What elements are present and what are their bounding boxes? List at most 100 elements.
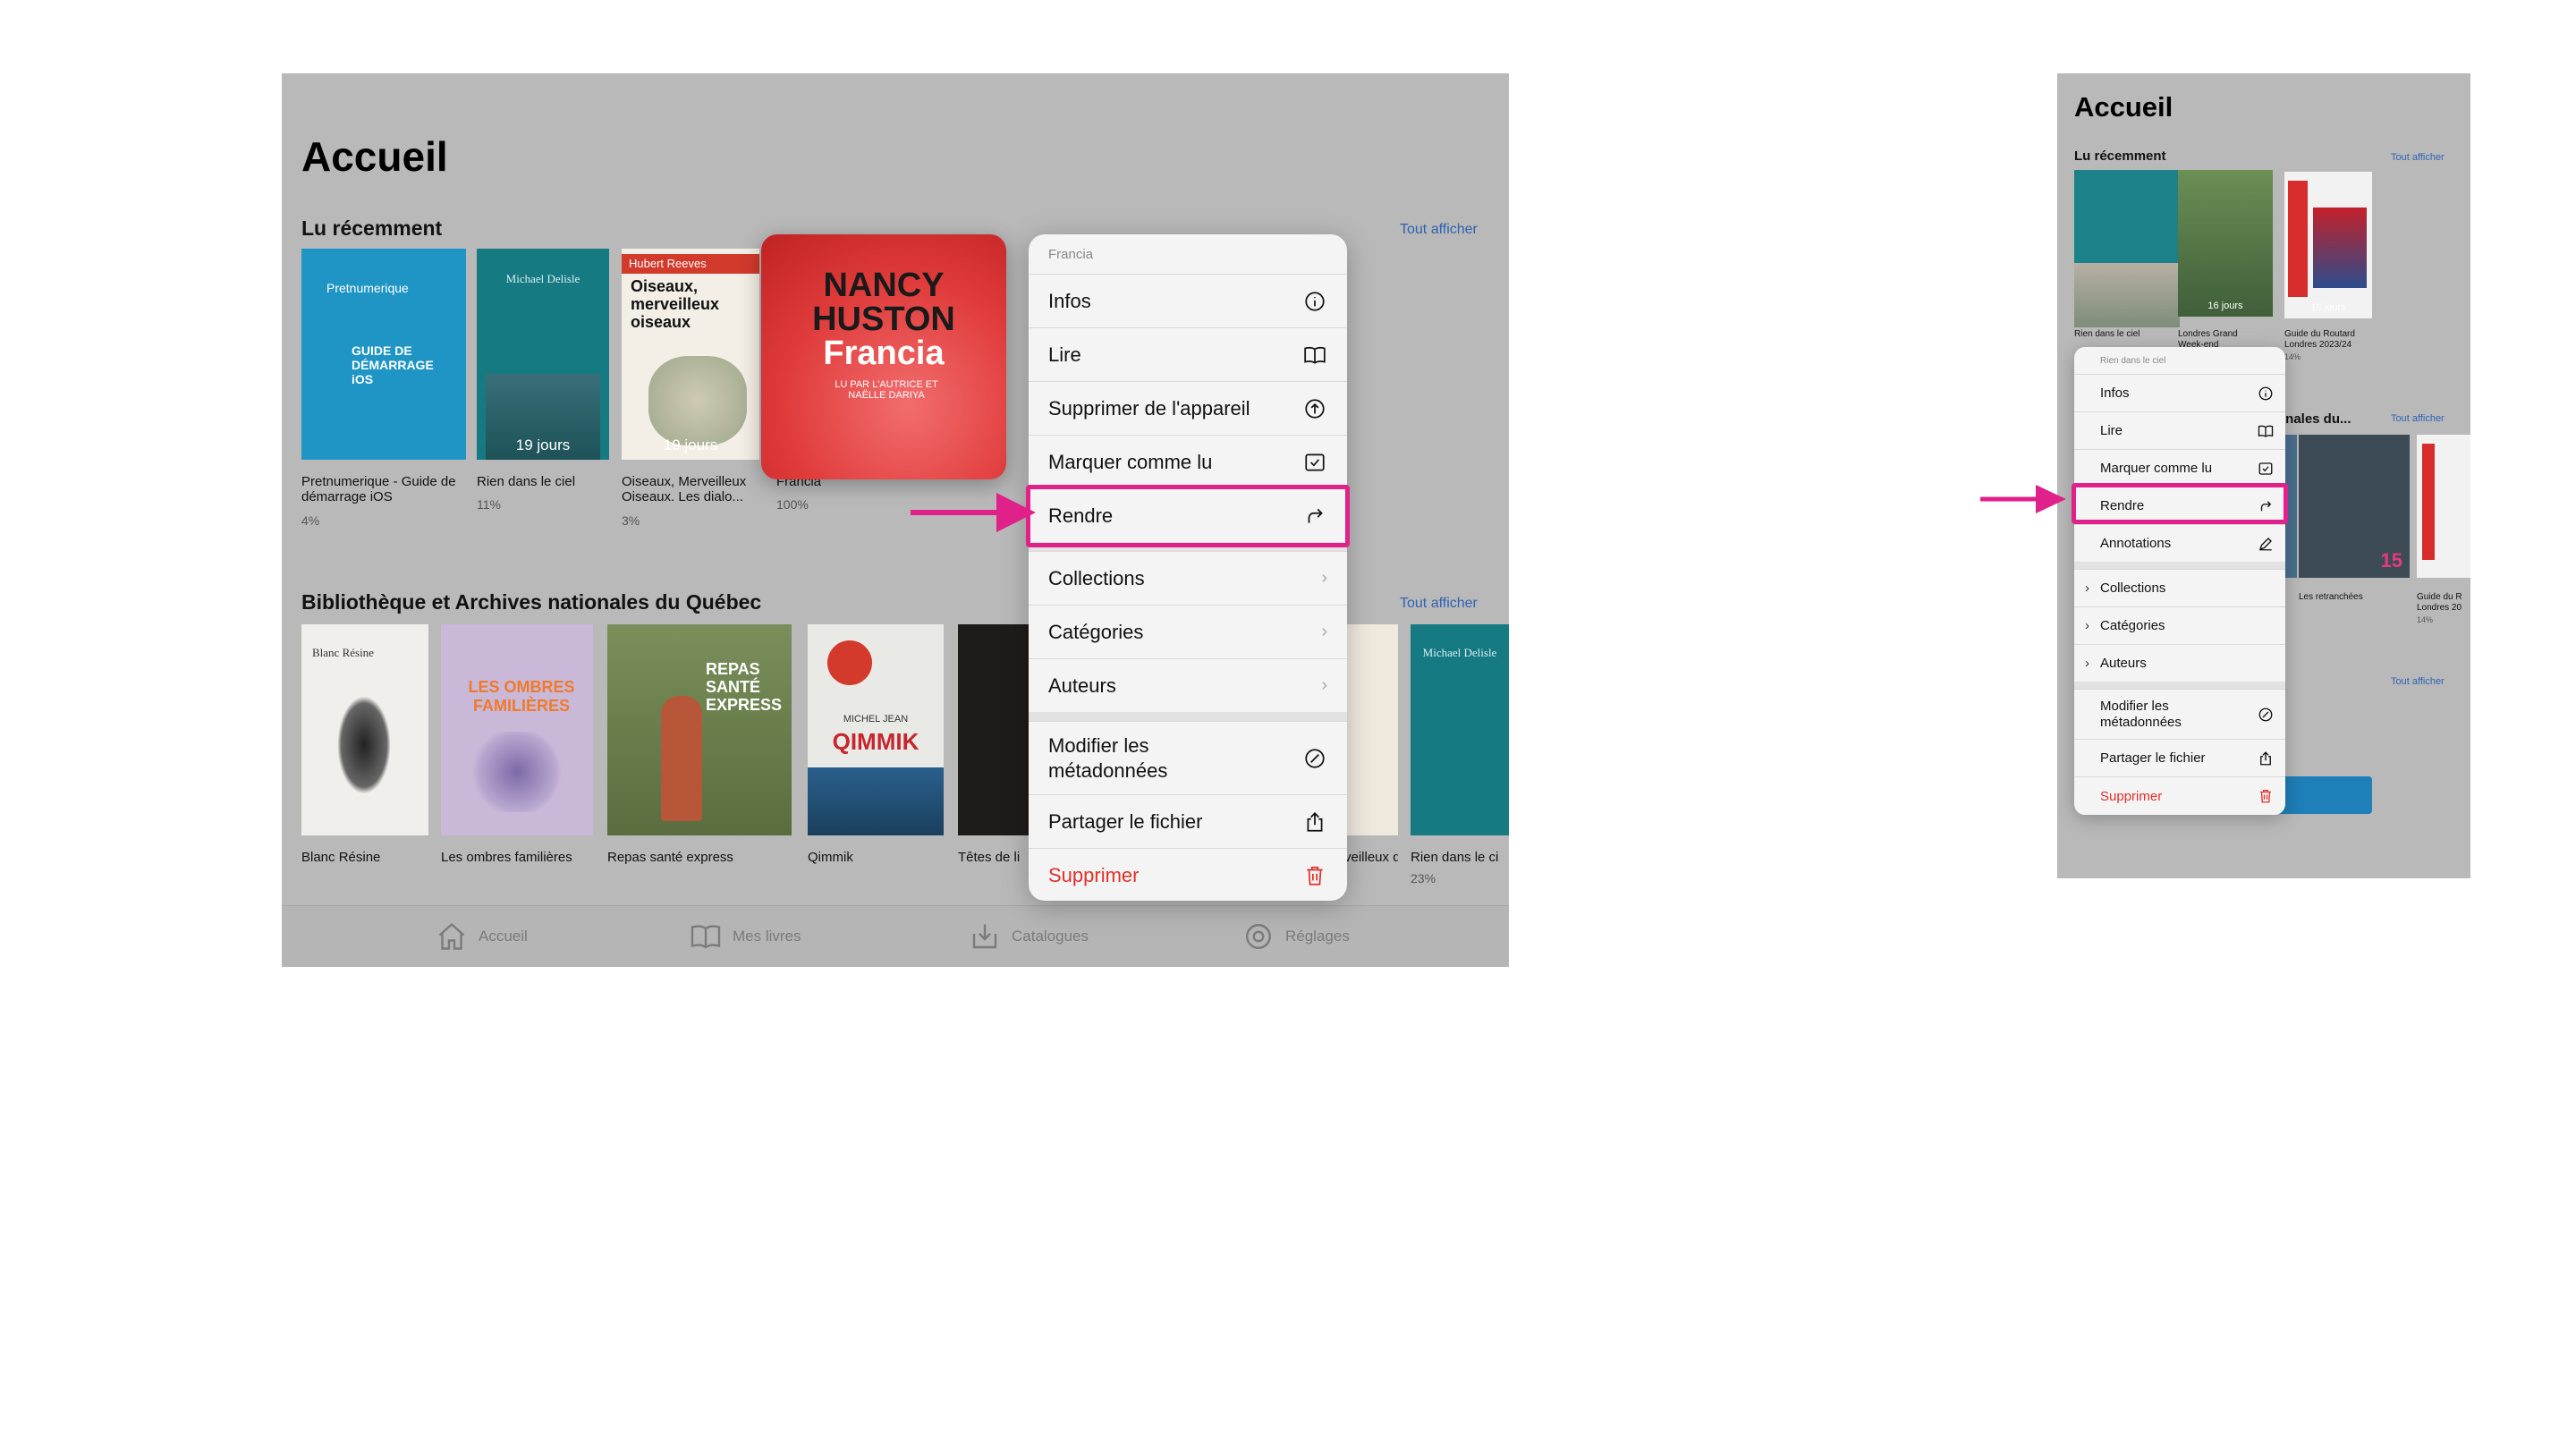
- ipad-screenshot-left: Accueil Lu récemment Tout afficher Pretn…: [282, 73, 1509, 967]
- share-icon: [1302, 809, 1327, 835]
- section-title-library-partial: onales du...: [2277, 411, 2351, 427]
- book-title: Les ombres familières: [441, 850, 572, 865]
- menu-item-authors[interactable]: Auteurs ›: [1029, 658, 1347, 712]
- menu-item-annotations[interactable]: Annotations: [2074, 524, 2285, 562]
- book-cover[interactable]: LES OMBRES FAMILIÈRES: [441, 624, 593, 835]
- book-cover[interactable]: 15 jours: [2284, 172, 2372, 318]
- book-title: Rien dans le ci: [1411, 850, 1499, 865]
- book-cover[interactable]: Hubert Reeves Oiseaux, merveilleux oisea…: [622, 249, 759, 460]
- book-open-icon: [691, 925, 721, 949]
- menu-item-info[interactable]: Infos: [2074, 374, 2285, 411]
- section-title-recent: Lu récemment: [301, 216, 443, 240]
- book-progress: 14%: [2284, 352, 2301, 361]
- menu-item-collections[interactable]: › Collections: [2074, 569, 2285, 606]
- menu-item-info[interactable]: Infos: [1029, 274, 1347, 327]
- menu-item-share-file[interactable]: Partager le fichier: [2074, 739, 2285, 776]
- info-icon: [2257, 385, 2275, 402]
- book-title: Rien dans le ciel: [477, 474, 576, 489]
- see-all-link-recent[interactable]: Tout afficher: [1400, 222, 1478, 238]
- download-tray-icon: [972, 924, 997, 949]
- menu-item-mark-read[interactable]: Marquer comme lu: [1029, 435, 1347, 488]
- book-cover[interactable]: Michael Delisle: [1411, 624, 1509, 835]
- pointer-arrow-icon: [1980, 485, 2066, 513]
- menu-header: Francia: [1048, 247, 1094, 262]
- menu-item-edit-metadata[interactable]: Modifier les métadonnées: [2074, 689, 2285, 739]
- chevron-right-icon: ›: [1321, 622, 1327, 641]
- book-title: Les retranchées: [2299, 592, 2363, 602]
- menu-item-categories[interactable]: Catégories ›: [1029, 605, 1347, 658]
- menu-item-read[interactable]: Lire: [1029, 327, 1347, 381]
- trash-icon: [2257, 787, 2275, 805]
- menu-item-edit-metadata[interactable]: Modifier les métadonnées: [1029, 721, 1347, 794]
- menu-item-delete[interactable]: Supprimer: [1029, 848, 1347, 901]
- menu-item-collections[interactable]: Collections ›: [1029, 551, 1347, 605]
- pencil-icon: [2257, 535, 2275, 553]
- book-title: Rien dans le ciel: [2074, 329, 2140, 339]
- menu-separator: [2074, 682, 2285, 689]
- book-title: Oiseaux, Merveilleux Oiseaux. Les dialo.…: [622, 474, 747, 504]
- highlight-box: [1026, 485, 1350, 547]
- menu-item-categories[interactable]: › Catégories: [2074, 606, 2285, 644]
- book-progress: 3%: [622, 513, 640, 528]
- book-title: Pretnumerique - Guide de démarrage iOS: [301, 474, 456, 504]
- days-badge: 19 jours: [515, 436, 571, 453]
- upload-circle-icon: [1302, 396, 1327, 421]
- menu-item-read[interactable]: Lire: [2074, 411, 2285, 449]
- menu-item-authors[interactable]: › Auteurs: [2074, 644, 2285, 682]
- book-open-icon: [2257, 422, 2275, 440]
- section-title-library: Bibliothèque et Archives nationales du Q…: [301, 590, 762, 614]
- book-cover[interactable]: 15: [2299, 435, 2410, 578]
- page-title: Accueil: [2074, 91, 2174, 123]
- pointer-arrow-icon: [911, 493, 1036, 532]
- see-all-link[interactable]: Tout afficher: [2391, 413, 2445, 424]
- menu-separator: [2074, 562, 2285, 569]
- context-menu: Rien dans le ciel Infos Lire Marquer com…: [2074, 347, 2285, 815]
- tab-home[interactable]: Accueil: [436, 919, 528, 954]
- share-icon: [2257, 750, 2275, 767]
- menu-item-remove-download[interactable]: Supprimer de l'appareil: [1029, 381, 1347, 435]
- home-icon: [438, 922, 465, 950]
- chevron-right-icon: ›: [1321, 675, 1327, 695]
- days-badge: 15 jours: [2310, 302, 2346, 313]
- book-cover[interactable]: [2074, 170, 2180, 327]
- book-progress: 11%: [477, 497, 501, 512]
- see-all-link[interactable]: Tout afficher: [2391, 152, 2445, 163]
- chevron-right-icon: ›: [2085, 656, 2089, 671]
- book-title: Guide du Routard Londres 2023/24: [2284, 329, 2355, 350]
- book-cover[interactable]: REPAS SANTÉ EXPRESS: [607, 624, 792, 835]
- days-badge: 19 jours: [663, 436, 718, 453]
- tab-catalogs[interactable]: Catalogues: [969, 919, 1089, 954]
- menu-header: Rien dans le ciel: [2100, 356, 2166, 366]
- book-cover[interactable]: Michael Delisle 19 jours: [477, 249, 609, 460]
- chevron-right-icon: ›: [2085, 580, 2089, 596]
- info-icon: [1302, 289, 1327, 314]
- menu-item-share-file[interactable]: Partager le fichier: [1029, 794, 1347, 848]
- book-cover[interactable]: Blanc Résine: [301, 624, 428, 835]
- tab-settings[interactable]: Réglages: [1242, 919, 1350, 954]
- book-open-icon: [1302, 343, 1327, 368]
- chevron-right-icon: ›: [1321, 568, 1327, 588]
- tab-my-books[interactable]: Mes livres: [690, 919, 801, 954]
- book-title: Qimmik: [808, 850, 853, 865]
- section-title-recent: Lu récemment: [2074, 148, 2166, 164]
- menu-separator: [1029, 712, 1347, 721]
- menu-item-delete[interactable]: Supprimer: [2074, 776, 2285, 815]
- book-title: Blanc Résine: [301, 850, 381, 865]
- selected-book-cover[interactable]: NANCY HUSTON Francia LU PAR L'AUTRICE ET…: [761, 234, 1006, 479]
- book-cover[interactable]: [1346, 624, 1398, 835]
- book-cover[interactable]: [2417, 435, 2470, 578]
- highlight-box: [2072, 483, 2288, 524]
- book-progress: 23%: [1411, 871, 1436, 886]
- checkbox-icon: [2257, 460, 2275, 478]
- book-cover[interactable]: [958, 624, 1030, 835]
- menu-item-mark-read[interactable]: Marquer comme lu: [2074, 449, 2285, 487]
- see-all-link-library[interactable]: Tout afficher: [1400, 596, 1478, 612]
- see-all-link[interactable]: Tout afficher: [2391, 676, 2445, 687]
- book-cover[interactable]: 16 jours: [2178, 170, 2273, 317]
- book-title: Guide du R Londres 20: [2417, 592, 2462, 613]
- book-cover[interactable]: MICHEL JEAN QIMMIK: [808, 624, 944, 835]
- book-progress: 4%: [301, 513, 320, 528]
- book-title: veilleux dialo...: [1344, 850, 1398, 865]
- book-cover[interactable]: Pretnumerique GUIDE DE DÉMARRAGE iOS: [301, 249, 466, 460]
- book-progress: 14%: [2417, 615, 2434, 624]
